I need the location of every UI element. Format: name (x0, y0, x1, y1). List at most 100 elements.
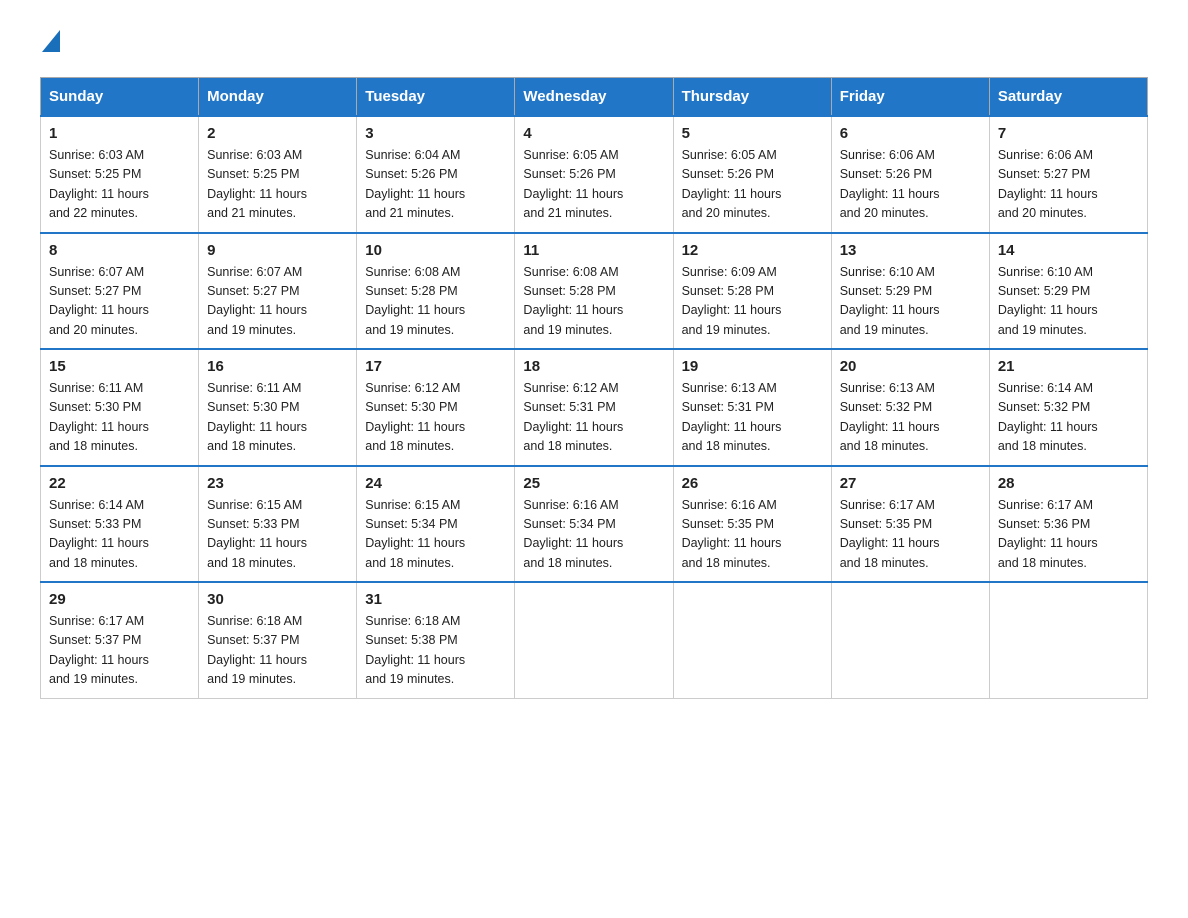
calendar-cell: 24 Sunrise: 6:15 AM Sunset: 5:34 PM Dayl… (357, 466, 515, 583)
calendar-cell: 27 Sunrise: 6:17 AM Sunset: 5:35 PM Dayl… (831, 466, 989, 583)
calendar-cell: 7 Sunrise: 6:06 AM Sunset: 5:27 PM Dayli… (989, 116, 1147, 233)
day-number: 28 (998, 475, 1139, 492)
day-info: Sunrise: 6:09 AM Sunset: 5:28 PM Dayligh… (682, 263, 823, 341)
calendar-cell: 15 Sunrise: 6:11 AM Sunset: 5:30 PM Dayl… (41, 349, 199, 466)
week-row-3: 15 Sunrise: 6:11 AM Sunset: 5:30 PM Dayl… (41, 349, 1148, 466)
day-number: 21 (998, 358, 1139, 375)
day-number: 25 (523, 475, 664, 492)
day-number: 3 (365, 125, 506, 142)
calendar-cell: 29 Sunrise: 6:17 AM Sunset: 5:37 PM Dayl… (41, 582, 199, 698)
calendar-cell: 6 Sunrise: 6:06 AM Sunset: 5:26 PM Dayli… (831, 116, 989, 233)
day-info: Sunrise: 6:10 AM Sunset: 5:29 PM Dayligh… (998, 263, 1139, 341)
day-info: Sunrise: 6:12 AM Sunset: 5:31 PM Dayligh… (523, 379, 664, 457)
calendar-cell: 30 Sunrise: 6:18 AM Sunset: 5:37 PM Dayl… (199, 582, 357, 698)
day-info: Sunrise: 6:17 AM Sunset: 5:36 PM Dayligh… (998, 496, 1139, 574)
day-info: Sunrise: 6:16 AM Sunset: 5:34 PM Dayligh… (523, 496, 664, 574)
day-info: Sunrise: 6:07 AM Sunset: 5:27 PM Dayligh… (49, 263, 190, 341)
calendar-cell: 9 Sunrise: 6:07 AM Sunset: 5:27 PM Dayli… (199, 233, 357, 350)
calendar-cell: 21 Sunrise: 6:14 AM Sunset: 5:32 PM Dayl… (989, 349, 1147, 466)
day-info: Sunrise: 6:03 AM Sunset: 5:25 PM Dayligh… (207, 146, 348, 224)
day-number: 1 (49, 125, 190, 142)
day-number: 24 (365, 475, 506, 492)
day-info: Sunrise: 6:08 AM Sunset: 5:28 PM Dayligh… (523, 263, 664, 341)
calendar-cell: 8 Sunrise: 6:07 AM Sunset: 5:27 PM Dayli… (41, 233, 199, 350)
week-row-1: 1 Sunrise: 6:03 AM Sunset: 5:25 PM Dayli… (41, 116, 1148, 233)
day-info: Sunrise: 6:13 AM Sunset: 5:31 PM Dayligh… (682, 379, 823, 457)
day-number: 26 (682, 475, 823, 492)
day-number: 16 (207, 358, 348, 375)
day-info: Sunrise: 6:05 AM Sunset: 5:26 PM Dayligh… (523, 146, 664, 224)
day-number: 29 (49, 591, 190, 608)
day-number: 15 (49, 358, 190, 375)
day-info: Sunrise: 6:15 AM Sunset: 5:33 PM Dayligh… (207, 496, 348, 574)
column-header-tuesday: Tuesday (357, 78, 515, 117)
day-info: Sunrise: 6:15 AM Sunset: 5:34 PM Dayligh… (365, 496, 506, 574)
day-number: 5 (682, 125, 823, 142)
day-info: Sunrise: 6:13 AM Sunset: 5:32 PM Dayligh… (840, 379, 981, 457)
day-info: Sunrise: 6:06 AM Sunset: 5:27 PM Dayligh… (998, 146, 1139, 224)
calendar-cell: 31 Sunrise: 6:18 AM Sunset: 5:38 PM Dayl… (357, 582, 515, 698)
calendar-cell: 14 Sunrise: 6:10 AM Sunset: 5:29 PM Dayl… (989, 233, 1147, 350)
calendar-cell: 26 Sunrise: 6:16 AM Sunset: 5:35 PM Dayl… (673, 466, 831, 583)
day-number: 22 (49, 475, 190, 492)
day-number: 7 (998, 125, 1139, 142)
day-info: Sunrise: 6:07 AM Sunset: 5:27 PM Dayligh… (207, 263, 348, 341)
day-number: 11 (523, 242, 664, 259)
calendar-cell: 28 Sunrise: 6:17 AM Sunset: 5:36 PM Dayl… (989, 466, 1147, 583)
day-number: 4 (523, 125, 664, 142)
page-header (40, 30, 1148, 57)
day-number: 10 (365, 242, 506, 259)
logo (40, 30, 60, 57)
day-number: 6 (840, 125, 981, 142)
week-row-5: 29 Sunrise: 6:17 AM Sunset: 5:37 PM Dayl… (41, 582, 1148, 698)
day-number: 18 (523, 358, 664, 375)
day-number: 14 (998, 242, 1139, 259)
day-info: Sunrise: 6:11 AM Sunset: 5:30 PM Dayligh… (49, 379, 190, 457)
day-info: Sunrise: 6:14 AM Sunset: 5:32 PM Dayligh… (998, 379, 1139, 457)
week-row-4: 22 Sunrise: 6:14 AM Sunset: 5:33 PM Dayl… (41, 466, 1148, 583)
day-number: 30 (207, 591, 348, 608)
day-info: Sunrise: 6:18 AM Sunset: 5:38 PM Dayligh… (365, 612, 506, 690)
day-info: Sunrise: 6:12 AM Sunset: 5:30 PM Dayligh… (365, 379, 506, 457)
day-number: 13 (840, 242, 981, 259)
calendar-cell: 4 Sunrise: 6:05 AM Sunset: 5:26 PM Dayli… (515, 116, 673, 233)
week-row-2: 8 Sunrise: 6:07 AM Sunset: 5:27 PM Dayli… (41, 233, 1148, 350)
calendar-cell: 2 Sunrise: 6:03 AM Sunset: 5:25 PM Dayli… (199, 116, 357, 233)
day-info: Sunrise: 6:16 AM Sunset: 5:35 PM Dayligh… (682, 496, 823, 574)
calendar-cell: 18 Sunrise: 6:12 AM Sunset: 5:31 PM Dayl… (515, 349, 673, 466)
day-info: Sunrise: 6:04 AM Sunset: 5:26 PM Dayligh… (365, 146, 506, 224)
column-header-wednesday: Wednesday (515, 78, 673, 117)
column-header-friday: Friday (831, 78, 989, 117)
column-header-sunday: Sunday (41, 78, 199, 117)
calendar-cell: 11 Sunrise: 6:08 AM Sunset: 5:28 PM Dayl… (515, 233, 673, 350)
day-number: 8 (49, 242, 190, 259)
day-number: 23 (207, 475, 348, 492)
day-number: 17 (365, 358, 506, 375)
calendar-cell: 10 Sunrise: 6:08 AM Sunset: 5:28 PM Dayl… (357, 233, 515, 350)
calendar-cell (989, 582, 1147, 698)
calendar-cell (673, 582, 831, 698)
calendar-cell: 20 Sunrise: 6:13 AM Sunset: 5:32 PM Dayl… (831, 349, 989, 466)
day-info: Sunrise: 6:05 AM Sunset: 5:26 PM Dayligh… (682, 146, 823, 224)
calendar-cell (831, 582, 989, 698)
day-info: Sunrise: 6:18 AM Sunset: 5:37 PM Dayligh… (207, 612, 348, 690)
day-info: Sunrise: 6:14 AM Sunset: 5:33 PM Dayligh… (49, 496, 190, 574)
day-info: Sunrise: 6:17 AM Sunset: 5:35 PM Dayligh… (840, 496, 981, 574)
day-number: 31 (365, 591, 506, 608)
calendar-cell: 17 Sunrise: 6:12 AM Sunset: 5:30 PM Dayl… (357, 349, 515, 466)
column-header-thursday: Thursday (673, 78, 831, 117)
calendar-cell: 25 Sunrise: 6:16 AM Sunset: 5:34 PM Dayl… (515, 466, 673, 583)
calendar-cell: 22 Sunrise: 6:14 AM Sunset: 5:33 PM Dayl… (41, 466, 199, 583)
column-header-monday: Monday (199, 78, 357, 117)
day-number: 12 (682, 242, 823, 259)
calendar-cell: 13 Sunrise: 6:10 AM Sunset: 5:29 PM Dayl… (831, 233, 989, 350)
day-info: Sunrise: 6:11 AM Sunset: 5:30 PM Dayligh… (207, 379, 348, 457)
day-number: 19 (682, 358, 823, 375)
day-info: Sunrise: 6:03 AM Sunset: 5:25 PM Dayligh… (49, 146, 190, 224)
calendar-header-row: SundayMondayTuesdayWednesdayThursdayFrid… (41, 78, 1148, 117)
day-number: 27 (840, 475, 981, 492)
calendar-cell: 23 Sunrise: 6:15 AM Sunset: 5:33 PM Dayl… (199, 466, 357, 583)
calendar-cell: 16 Sunrise: 6:11 AM Sunset: 5:30 PM Dayl… (199, 349, 357, 466)
calendar-cell: 3 Sunrise: 6:04 AM Sunset: 5:26 PM Dayli… (357, 116, 515, 233)
logo-triangle-icon (42, 30, 60, 52)
